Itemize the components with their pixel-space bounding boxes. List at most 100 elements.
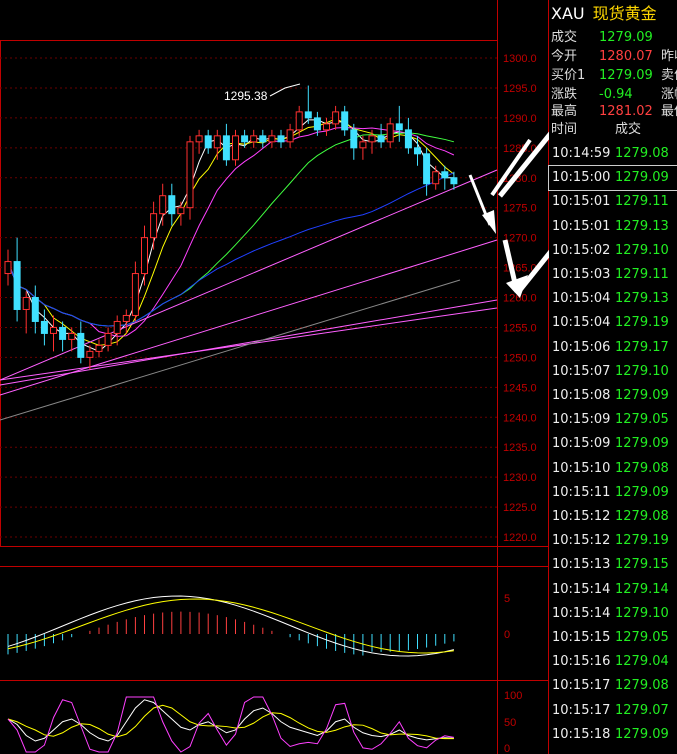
trade-row[interactable]: 10:15:11 1279.09	[549, 481, 677, 505]
candle	[4, 249, 12, 286]
quote-value: 1279.09	[599, 68, 653, 83]
trend-line	[0, 299, 498, 386]
quote-label: 今开	[551, 49, 578, 64]
candle	[40, 309, 48, 346]
kdj-j-line	[7, 696, 454, 753]
candle	[168, 183, 176, 226]
candle	[195, 129, 203, 154]
ma-line	[7, 132, 455, 327]
candle	[222, 123, 230, 166]
trade-row[interactable]: 10:15:03 1279.11	[549, 263, 677, 287]
trade-row[interactable]: 10:15:04 1279.13	[549, 287, 677, 311]
trade-row[interactable]: 10:15:17 1279.08	[549, 674, 677, 698]
ma-line	[7, 126, 455, 337]
trade-row[interactable]: 10:15:09 1279.09	[549, 432, 677, 456]
trade-price: 1279.11	[615, 267, 669, 282]
trade-row[interactable]: 10:15:00 1279.09	[548, 165, 677, 192]
trade-row[interactable]: 10:15:08 1279.09	[549, 384, 677, 408]
trade-row[interactable]: 10:15:12 1279.08	[549, 505, 677, 529]
candle	[359, 135, 367, 160]
kdj-tick-100: 100	[504, 690, 522, 702]
trade-row[interactable]: 10:14:59 1279.08	[549, 142, 677, 166]
trade-row[interactable]: 10:15:06 1279.17	[549, 336, 677, 360]
price-tick: 1255.0	[503, 322, 537, 334]
trade-row[interactable]: 10:15:17 1279.07	[549, 699, 677, 723]
trade-time: 10:15:08	[552, 388, 611, 403]
price-tick: 1300.0	[503, 53, 537, 65]
candle	[141, 225, 148, 286]
quote-value: 1281.02	[599, 104, 653, 119]
candle	[68, 327, 76, 352]
candle	[323, 117, 330, 136]
candle	[95, 339, 103, 358]
quote-label-right: 最低	[661, 104, 677, 119]
trade-time: 10:15:11	[552, 484, 611, 500]
trades-price-header: 成交	[615, 122, 642, 137]
chart-frames	[0, 0, 549, 754]
candle	[414, 135, 421, 166]
trade-row[interactable]: 10:15:18 1279.09	[549, 723, 677, 747]
candle	[186, 135, 194, 220]
price-tick: 1230.0	[503, 472, 537, 484]
trade-time: 10:14:59	[552, 146, 611, 161]
ma-line	[7, 118, 455, 346]
candle	[232, 129, 239, 166]
trade-time: 10:15:03	[552, 267, 611, 282]
trade-time: 10:15:02	[552, 242, 611, 258]
trade-time: 10:15:13	[552, 557, 611, 573]
chart-canvas[interactable]: 1300.01295.01290.01285.01280.01275.01270…	[0, 0, 549, 754]
kdj-k-line	[7, 699, 454, 742]
candle	[395, 105, 403, 142]
trade-row[interactable]: 10:15:04 1279.19	[549, 311, 677, 335]
macd-panel	[7, 595, 455, 657]
candle	[377, 123, 385, 148]
symbol-code: XAU	[551, 4, 585, 23]
trade-time: 10:15:04	[552, 291, 611, 307]
candle	[104, 327, 112, 352]
kdj-tick-50: 50	[504, 717, 516, 729]
trade-row[interactable]: 10:15:09 1279.05	[549, 408, 677, 432]
candle	[332, 105, 340, 130]
trade-price: 1279.05	[615, 630, 669, 645]
indicator-axis-labels: 5 0 100 50 0	[504, 593, 522, 754]
trade-price: 1279.14	[615, 581, 669, 597]
trade-time: 10:15:04	[552, 315, 611, 331]
candle	[277, 129, 285, 148]
trade-time: 10:15:12	[552, 533, 611, 549]
price-grid	[0, 57, 497, 538]
trade-time: 10:15:09	[552, 412, 611, 428]
trade-row[interactable]: 10:15:14 1279.14	[549, 578, 677, 602]
trade-row[interactable]: 10:15:13 1279.15	[549, 553, 677, 577]
trade-price: 1279.10	[615, 242, 669, 258]
trade-row[interactable]: 10:15:15 1279.05	[549, 626, 677, 650]
trade-row[interactable]: 10:15:01 1279.13	[549, 215, 677, 239]
trade-price: 1279.08	[615, 509, 669, 524]
symbol-name: 现货黄金	[592, 4, 657, 23]
trade-row[interactable]: 10:15:02 1279.10	[549, 239, 677, 263]
quote-value: 1279.09	[599, 30, 653, 45]
trade-price: 1279.10	[615, 363, 669, 379]
candle	[250, 129, 258, 148]
quote-label-right: 昨收	[661, 49, 677, 64]
trade-time: 10:15:10	[552, 460, 611, 476]
trade-row[interactable]: 10:15:10 1279.08	[549, 457, 677, 481]
trades-header: 时间 成交	[549, 121, 677, 139]
trade-price: 1279.17	[615, 339, 669, 355]
candle	[386, 117, 394, 148]
trade-time: 10:15:06	[552, 339, 611, 355]
kdj-tick-0: 0	[504, 743, 510, 754]
quote-value: 1280.07	[599, 49, 653, 64]
trade-time: 10:15:16	[552, 654, 611, 670]
annotations: 1295.38	[224, 83, 301, 103]
price-tick: 1275.0	[503, 203, 537, 215]
candle	[213, 129, 221, 160]
trade-row[interactable]: 10:15:16 1279.04	[549, 650, 677, 674]
trade-row[interactable]: 10:15:01 1279.11	[549, 190, 677, 214]
trade-row[interactable]: 10:15:12 1279.19	[549, 529, 677, 553]
trade-price: 1279.13	[615, 291, 669, 307]
trade-row[interactable]: 10:15:14 1279.10	[549, 602, 677, 626]
candle	[368, 129, 376, 154]
kdj-panel	[7, 696, 454, 753]
candle	[432, 165, 440, 190]
trade-row[interactable]: 10:15:07 1279.10	[549, 360, 677, 384]
